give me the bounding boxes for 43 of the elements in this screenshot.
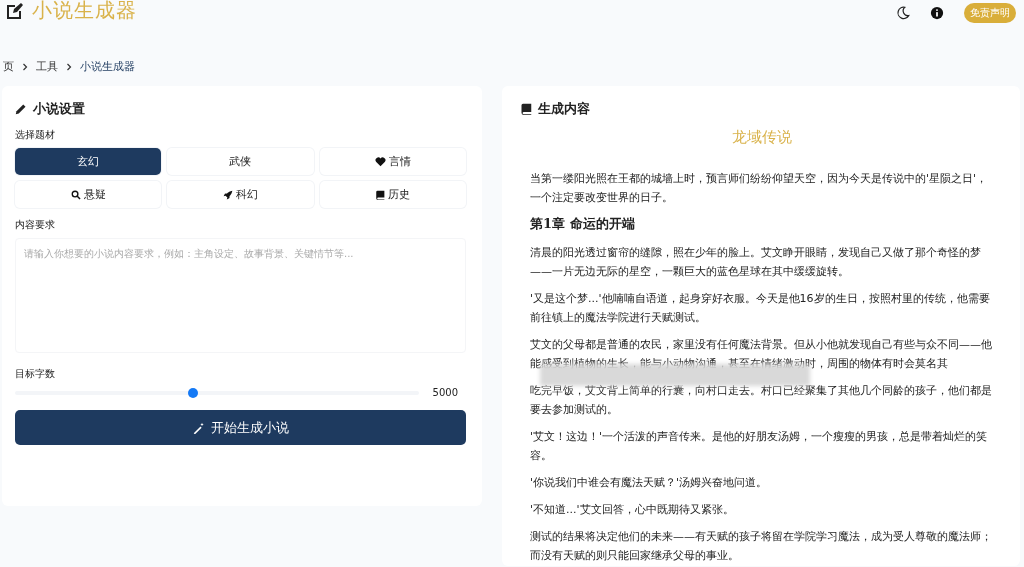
story-paragraph: '你说我们中谁会有魔法天赋？'汤姆兴奋地问道。: [530, 475, 769, 491]
content-input[interactable]: 请输入你想要的小说内容要求，例如：主角设定、故事背景、关键情节等...: [15, 238, 466, 353]
story-paragraph: '不知道...'艾文回答，心中既期待又紧张。: [530, 502, 735, 518]
story-paragraph: 测试的结果将决定他们的未来——有天赋的孩子将留在学院学习魔法，成为受人尊敬的魔法师；而没有天赋的则只能回家继承父母的事业。: [530, 529, 993, 564]
genre-button[interactable]: 历史: [319, 181, 466, 208]
breadcrumb-link[interactable]: 页: [3, 60, 14, 74]
field-label: 选择题材: [15, 128, 56, 142]
genre-button[interactable]: 言情: [319, 148, 466, 175]
moon-icon[interactable]: [896, 6, 910, 20]
story-paragraph: '又是这个梦...'他喃喃自语道，起身穿好衣服。今天是他16岁的生日，按照村里的传统，他需要前往镇上的魔法学院进行天赋测试。: [530, 291, 991, 326]
chapter-heading: 第1章 命运的开端: [530, 215, 636, 233]
story-paragraph: 清晨的阳光透过窗帘的缝隙，照在少年的脸上。艾文睁开眼睛，发现自己又做了那个奇怪的梦——一片无边无际的星空，一颗巨大的蓝色星球在其中缓缓旋转。: [530, 245, 982, 280]
heart-icon: [374, 156, 386, 167]
story-paragraph: 吃完早饭，艾文背上简单的行囊，向村口走去。村口已经聚集了其他几个同龄的孩子，他们都是要去参加测试的。: [530, 383, 993, 418]
genre-button[interactable]: 玄幻: [15, 148, 162, 175]
info-icon[interactable]: [930, 6, 944, 20]
story-paragraph: 当第一缕阳光照在王都的城墙上时，预言师们纷纷仰望天空，因为今天是传说中的'星陨之日'，一个注定要改变世界的日子。: [530, 171, 989, 206]
panel-title: 生成内容: [538, 100, 590, 118]
genre-button[interactable]: 武侠: [167, 148, 314, 175]
story-paragraph: 艾文的父母都是普通的农民，家里没有任何魔法背景。但从小他就发现自己有些与众不同——他能感受到植物的生长，能与小动物沟通，甚至在情绪激动时，周围的物体有时会莫名其: [530, 337, 993, 372]
slider-thumb[interactable]: [187, 387, 198, 398]
breadcrumb-link[interactable]: 工具: [36, 60, 58, 74]
breadcrumb-link[interactable]: 小说生成器: [80, 60, 135, 74]
field-label: 内容要求: [15, 218, 56, 232]
chevron-icon: [66, 63, 72, 71]
book-icon: [375, 189, 386, 200]
rocket-icon: [223, 189, 233, 200]
chevron-icon: [22, 63, 28, 71]
pencil-icon: [15, 103, 27, 115]
panel-title: 小说设置: [33, 100, 85, 118]
length-value: 5000: [432, 387, 458, 398]
genre-button[interactable]: 悬疑: [15, 181, 162, 208]
edit-icon: [4, 1, 24, 21]
genre-button[interactable]: 科幻: [167, 181, 314, 208]
app-title: 小说生成器: [32, 0, 137, 24]
magic-wand-icon: [192, 421, 205, 434]
generate-button[interactable]: 开始生成小说: [15, 410, 466, 445]
book-icon: [520, 103, 532, 115]
search-icon: [70, 189, 81, 200]
novel-title: 龙域传说: [731, 128, 793, 147]
field-label: 目标字数: [15, 367, 56, 381]
length-slider[interactable]: [15, 390, 419, 395]
story-paragraph: '艾文！这边！'一个活泼的声音传来。是他的好朋友汤姆，一个瘦瘦的男孩，总是带着灿烂的笑容。: [530, 429, 989, 464]
